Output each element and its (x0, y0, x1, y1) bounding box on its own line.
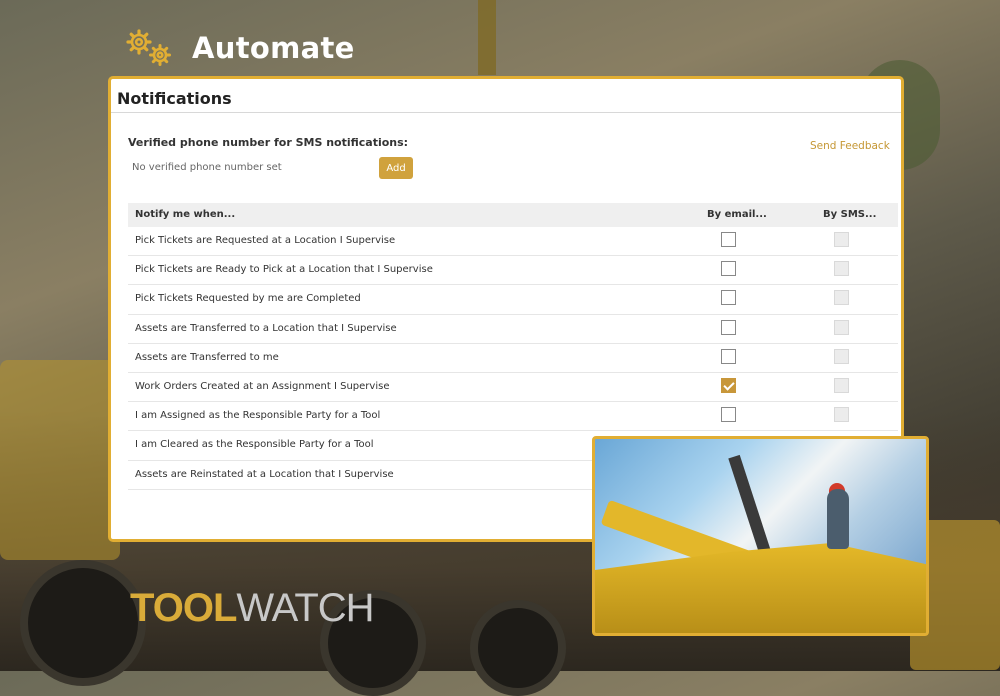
notification-label: I am Assigned as the Responsible Party f… (135, 410, 381, 422)
add-phone-button[interactable]: Add (379, 157, 413, 179)
notification-label: Work Orders Created at an Assignment I S… (135, 380, 390, 392)
construction-photo (592, 436, 929, 636)
send-feedback-link[interactable]: Send Feedback (810, 140, 890, 152)
email-checkbox[interactable] (721, 232, 736, 247)
page-header: Automate (124, 28, 355, 68)
column-header-sms: By SMS... (823, 209, 877, 220)
table-row: Assets are Transferred to a Location tha… (128, 315, 898, 344)
panel-title: Notifications (117, 89, 232, 108)
notification-label: Assets are Transferred to me (135, 351, 279, 363)
sms-checkbox[interactable] (834, 377, 849, 393)
background-truck-left (0, 360, 120, 560)
background-wheel (470, 600, 566, 696)
email-checkbox[interactable] (721, 348, 736, 364)
notification-label: Pick Tickets are Requested at a Location… (135, 235, 396, 246)
email-checkbox[interactable] (721, 377, 736, 393)
table-row: I am Assigned as the Responsible Party f… (128, 402, 898, 432)
sms-phone-value: No verified phone number set (132, 162, 282, 173)
sms-checkbox[interactable] (834, 290, 849, 306)
table-row: Assets are Transferred to me (128, 344, 898, 373)
background-drill-mast (478, 0, 496, 75)
column-header-event: Notify me when... (135, 209, 236, 220)
email-checkbox[interactable] (721, 319, 736, 335)
worker-figure (827, 489, 849, 549)
notification-label: Assets are Transferred to a Location tha… (135, 322, 397, 334)
table-row: Pick Tickets are Requested at a Location… (128, 227, 898, 257)
table-header: Notify me when... By email... By SMS... (128, 203, 898, 227)
sms-checkbox[interactable] (834, 261, 849, 277)
email-checkbox[interactable] (721, 290, 736, 306)
sms-checkbox[interactable] (834, 348, 849, 364)
email-checkbox[interactable] (721, 261, 736, 277)
table-row: Pick Tickets are Ready to Pick at a Loca… (128, 256, 898, 286)
sms-phone-label: Verified phone number for SMS notificati… (128, 136, 409, 149)
table-row: Pick Tickets Requested by me are Complet… (128, 285, 898, 315)
column-header-email: By email... (707, 209, 767, 220)
page-title: Automate (192, 31, 355, 65)
sms-checkbox[interactable] (834, 232, 849, 247)
toolwatch-logo: TOOLWATCH (130, 586, 375, 630)
panel-divider (111, 112, 901, 113)
notification-label: Pick Tickets are Ready to Pick at a Loca… (135, 264, 433, 276)
sms-checkbox[interactable] (834, 319, 849, 335)
logo-part-watch: WATCH (236, 586, 374, 630)
notification-label: I am Cleared as the Responsible Party fo… (135, 439, 374, 451)
sms-checkbox[interactable] (834, 407, 849, 423)
background-wheel (20, 560, 146, 686)
notification-label: Pick Tickets Requested by me are Complet… (135, 293, 361, 305)
email-checkbox[interactable] (721, 407, 736, 423)
logo-part-tool: TOOL (130, 586, 237, 630)
gears-icon (124, 28, 176, 68)
machine-body (595, 543, 926, 633)
table-row: Work Orders Created at an Assignment I S… (128, 373, 898, 403)
notification-label: Assets are Reinstated at a Location that… (135, 468, 394, 480)
